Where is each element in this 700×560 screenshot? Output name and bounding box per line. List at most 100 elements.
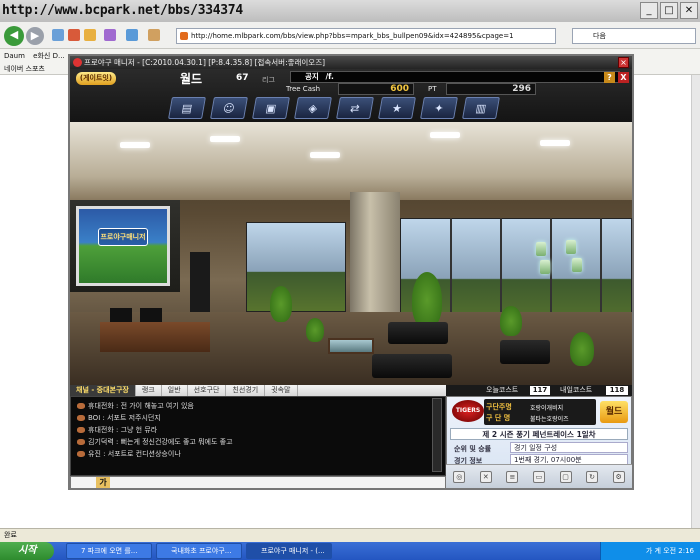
sofa[interactable] xyxy=(500,340,550,364)
owner-label: 구단주명 xyxy=(486,403,512,411)
screenshot-icon[interactable]: ▢ xyxy=(559,470,572,483)
chat-tabs: 채널 - 중대본구장 랭크 일반 선호구단 친선경기 귓속말 xyxy=(70,385,446,396)
game-close-icon[interactable]: × xyxy=(618,57,629,68)
toolbar-icon[interactable] xyxy=(104,29,116,41)
coffee-table xyxy=(328,338,374,354)
forward-button[interactable]: ▶ xyxy=(26,27,44,45)
stadium-icon[interactable]: ◈ xyxy=(294,97,332,119)
status-bar: 완료 xyxy=(0,528,700,542)
roster-icon[interactable]: ▤ xyxy=(168,97,206,119)
maximize-button[interactable]: □ xyxy=(660,2,678,19)
plant xyxy=(412,272,442,328)
team-name-value: 불타는호랑이즈 xyxy=(530,416,569,423)
chat-scrollbar[interactable] xyxy=(432,398,442,472)
shop-icon[interactable]: ✦ xyxy=(420,97,458,119)
system-tray: 가 계 오전 2:16 xyxy=(600,542,700,560)
address-bar[interactable]: http://home.mlbpark.com/bbs/view.php?bbs… xyxy=(176,28,556,44)
window-controls: _ □ ✕ xyxy=(640,2,698,19)
bookmark-toolbar-icon[interactable] xyxy=(126,29,138,41)
view-icon[interactable]: ◎ xyxy=(453,470,466,483)
page-scrollbar[interactable] xyxy=(691,75,700,528)
tomorrow-cost-value: 118 xyxy=(606,386,628,395)
close-window-button[interactable]: ✕ xyxy=(680,2,698,19)
team-owner-box: 구단주명 호랑이개비지 구 단 명 불타는호랑이즈 xyxy=(484,399,596,425)
rank-value[interactable]: 경기 일정 구성 xyxy=(510,442,628,453)
tab-channel[interactable]: 채널 - 중대본구장 xyxy=(70,385,136,396)
chat-log: 휴대전화 : 전 가이 해놓고 여기 있음 BOI : 서포트 저주시던지 휴대… xyxy=(70,396,446,476)
list-icon[interactable]: ≡ xyxy=(506,470,519,483)
hanging-lamp xyxy=(566,240,576,254)
save-icon[interactable]: ▭ xyxy=(532,470,545,483)
hanging-lamp xyxy=(540,260,550,274)
taskbar: 시작 7 파크에 오면 를... 국내화초 프로야구... 프로야구 매니저 -… xyxy=(0,542,700,560)
ceiling xyxy=(70,122,632,200)
sofa[interactable] xyxy=(388,322,448,344)
tab-general[interactable]: 일반 xyxy=(162,385,188,396)
plant xyxy=(270,286,292,322)
sofa[interactable] xyxy=(372,354,452,378)
book-icon[interactable]: ▥ xyxy=(462,97,500,119)
link-naver-sports[interactable]: 네이버 스포츠 xyxy=(4,65,45,73)
help-button[interactable]: ? xyxy=(604,72,615,83)
emoticon-icon[interactable]: 가 xyxy=(96,477,110,488)
desk[interactable] xyxy=(100,322,210,352)
refresh-icon[interactable]: ↻ xyxy=(586,470,599,483)
chat-message: 휴대전화 : 그냥 헌 뮤라 xyxy=(77,425,157,435)
season-title: 제 2 시즌 풍기 페넌트레이스 1일차 xyxy=(450,428,628,440)
bottom-toolbar: ◎ ✕ ≡ ▭ ▢ ↻ ⚙ xyxy=(446,464,632,488)
season-button[interactable]: (게이트잇) xyxy=(76,72,116,85)
monitor xyxy=(140,308,162,322)
tab-favorite-team[interactable]: 선호구단 xyxy=(188,385,227,396)
league-icon[interactable]: ★ xyxy=(378,97,416,119)
ceiling-light xyxy=(430,132,460,138)
rank-label: 순위 및 승률 xyxy=(454,445,492,453)
task-firefox[interactable]: 7 파크에 오면 를... xyxy=(66,543,152,559)
tab-whisper[interactable]: 귓속말 xyxy=(265,385,298,396)
settings-icon[interactable]: ⚙ xyxy=(612,470,625,483)
plant xyxy=(570,332,594,366)
chat-message: 유진 : 서포트로 컨디션상승이나 xyxy=(77,449,181,459)
back-button[interactable]: ◀ xyxy=(4,26,24,46)
reload-icon[interactable] xyxy=(52,29,64,41)
minimize-button[interactable]: _ xyxy=(640,2,658,19)
page-icon[interactable] xyxy=(148,29,160,41)
chat-message: 휴대전화 : 전 가이 해놓고 여기 있음 xyxy=(77,401,194,411)
projector-screen[interactable] xyxy=(76,206,170,286)
game-titlebar: 프로야구 매니저 - [C:2010.04.30.1] [P:8.4.35.8]… xyxy=(70,56,632,69)
plant xyxy=(306,318,324,342)
notice-bar[interactable]: 공지 /f. xyxy=(290,71,620,83)
navigation-bar: ◀ ▶ http://home.mlbpark.com/bbs/view.php… xyxy=(0,22,700,49)
world-badge[interactable]: 월드 xyxy=(600,401,628,423)
hud-close-button[interactable]: X xyxy=(618,72,629,83)
trade-icon[interactable]: ⇄ xyxy=(336,97,374,119)
ceiling-light xyxy=(210,136,240,142)
bookmark-daum[interactable]: Daum xyxy=(4,52,25,60)
chat-message: BOI : 서포트 저주시던지 xyxy=(77,413,161,423)
task-browser[interactable]: 국내화초 프로야구... xyxy=(156,543,242,559)
tools-icon[interactable]: ✕ xyxy=(479,470,492,483)
chat-message: 김기덕력 : 뻐는게 정신건강에도 좋고 뭐에도 좋고 xyxy=(77,437,233,447)
pt-value: 296 xyxy=(446,83,536,95)
owner-value: 호랑이개비지 xyxy=(530,405,564,412)
monitor xyxy=(110,308,132,322)
tv-icon[interactable]: ▣ xyxy=(252,97,290,119)
tab-friendly-match[interactable]: 친선경기 xyxy=(226,385,266,396)
tab-rank[interactable]: 랭크 xyxy=(136,385,162,396)
home-icon[interactable] xyxy=(84,29,96,41)
task-game[interactable]: 프로야구 매니저 - (... xyxy=(246,543,332,559)
start-button[interactable]: 시작 xyxy=(0,542,54,560)
coach-icon[interactable]: ☺ xyxy=(210,97,248,119)
stop-icon[interactable] xyxy=(68,29,80,41)
search-box[interactable]: 다음 xyxy=(572,28,696,44)
hanging-lamp xyxy=(536,242,546,256)
today-cost-value: 117 xyxy=(530,386,550,395)
main-menu: ▤ ☺ ▣ ◈ ⇄ ★ ✦ ▥ xyxy=(168,97,540,121)
ceiling-light xyxy=(540,140,570,146)
hanging-lamp xyxy=(572,258,582,272)
bookmark-second[interactable]: e화신 D... xyxy=(33,52,64,60)
chat-input[interactable] xyxy=(70,476,446,489)
office-scene: 프로야구매니저 xyxy=(70,122,632,385)
plant xyxy=(500,306,522,336)
game-window: 프로야구 매니저 - [C:2010.04.30.1] [P:8.4.35.8]… xyxy=(68,54,634,490)
browser-titlebar: http://www.bcpark.net/bbs/334374 _ □ ✕ xyxy=(0,0,700,22)
